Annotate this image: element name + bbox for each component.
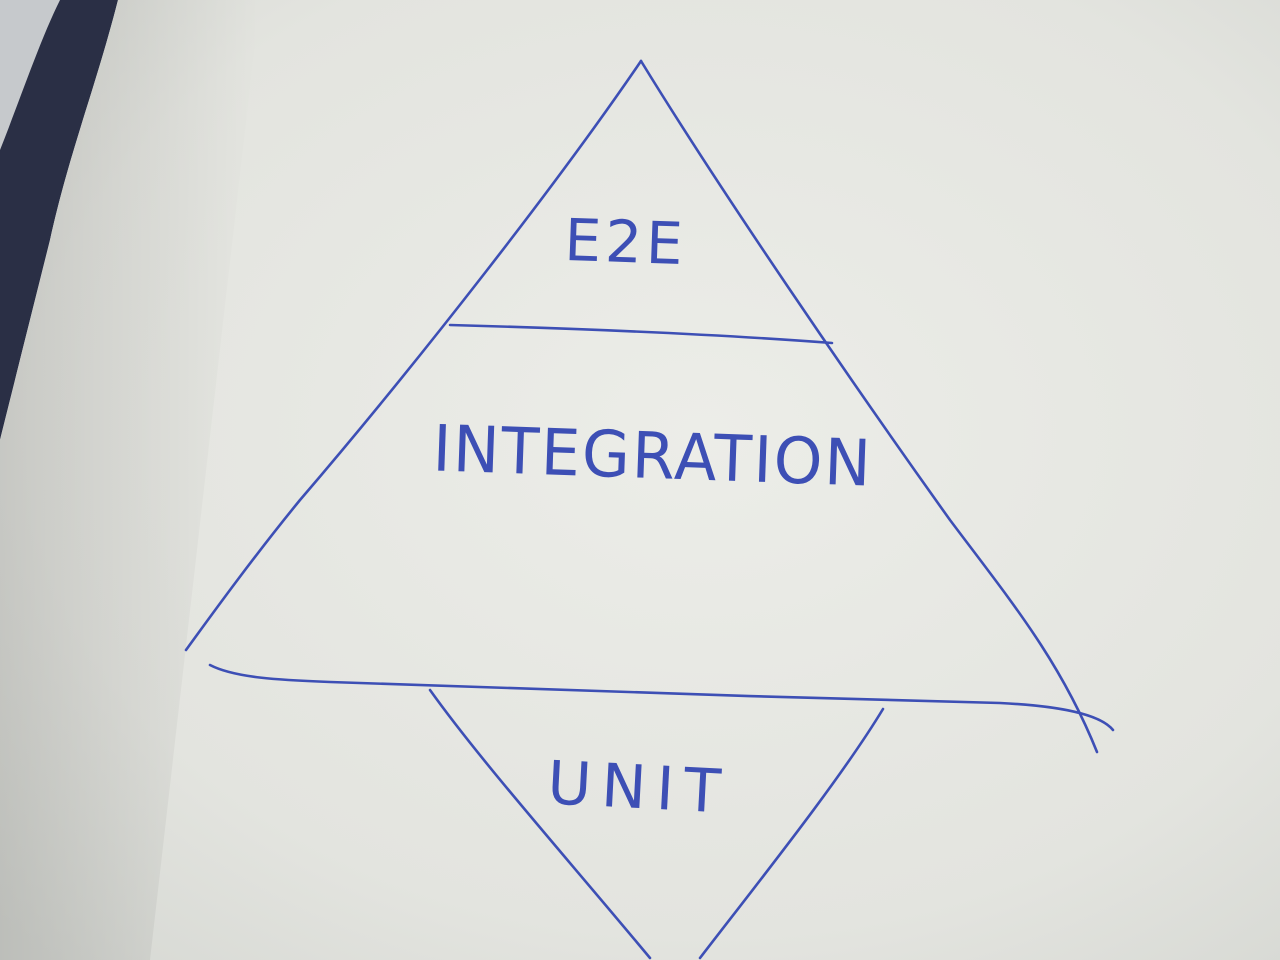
photo-scene: E2E INTEGRATION UNIT <box>0 0 1280 960</box>
integration-label: INTEGRATION <box>432 412 874 501</box>
e2e-label: E2E <box>563 206 688 278</box>
unit-label: UNIT <box>546 748 733 827</box>
